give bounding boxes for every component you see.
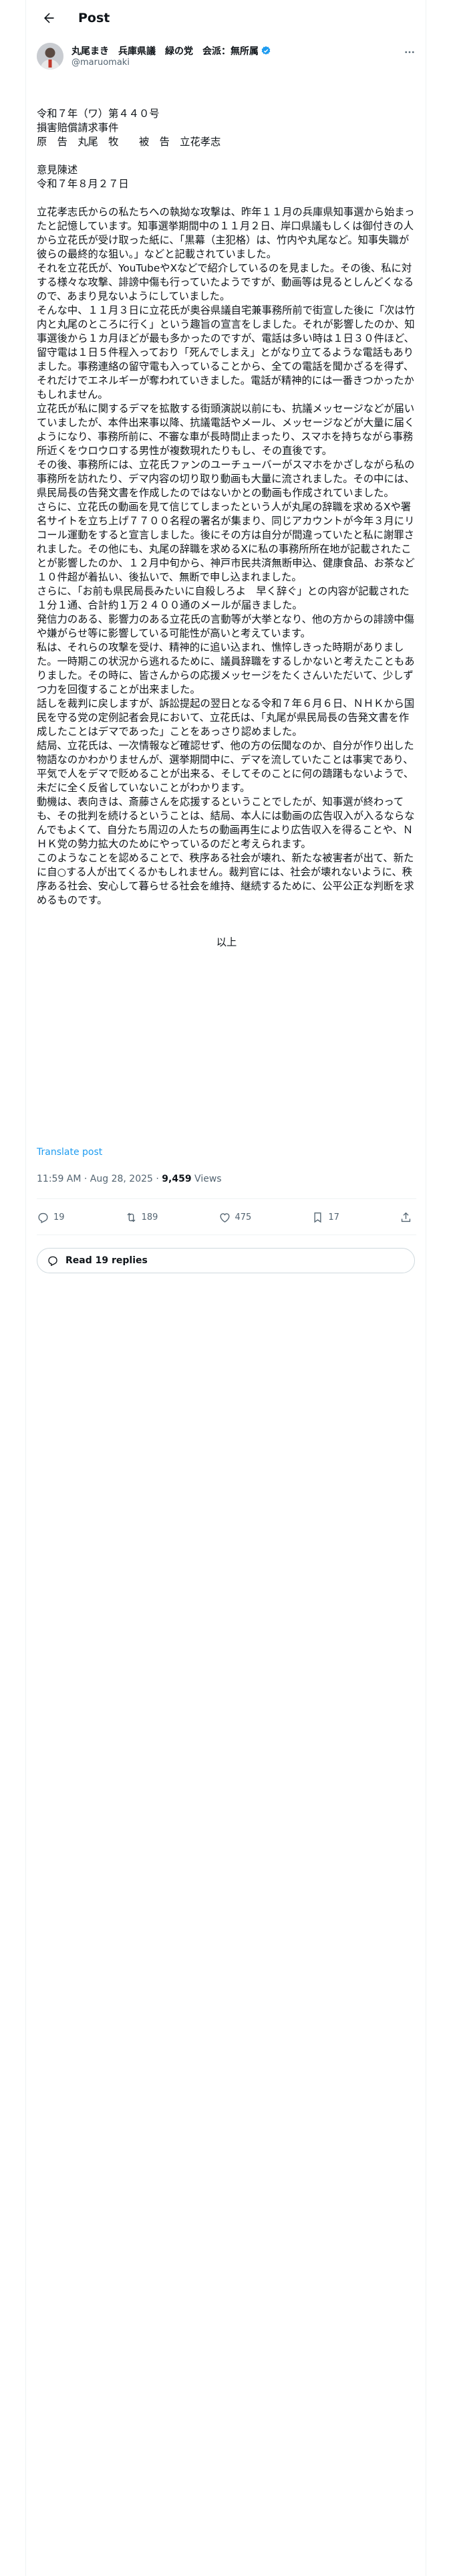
post-timestamp[interactable]: 11:59 AM · Aug 28, 2025 [37, 1174, 153, 1184]
author-name-row[interactable]: 丸尾まき 兵庫県議 緑の党 会派：無所属 [71, 44, 271, 58]
reply-button[interactable]: 19 [37, 1211, 65, 1224]
views-count: 9,459 [162, 1174, 192, 1184]
action-bar: 19 189 475 17 [37, 1209, 416, 1225]
read-replies-label: Read 19 replies [65, 1255, 148, 1266]
bookmark-icon [314, 1212, 321, 1223]
author-display-name[interactable]: 丸尾まき 兵庫県議 緑の党 会派：無所属 [71, 44, 259, 58]
like-icon [219, 1212, 230, 1222]
author-handle[interactable]: @maruomaki [71, 58, 130, 68]
avatar[interactable] [37, 43, 63, 70]
speech-bubble-icon [48, 1256, 57, 1267]
post-author: 丸尾まき 兵庫県議 緑の党 会派：無所属 @maruomaki [37, 43, 416, 72]
like-button[interactable]: 475 [218, 1211, 252, 1224]
post-meta: 11:59 AM · Aug 28, 2025 · 9,459 Views [37, 1174, 222, 1184]
translate-post-link[interactable]: Translate post [37, 1147, 102, 1158]
verified-badge-icon [261, 46, 271, 55]
top-bar: Post [26, 0, 427, 35]
meta-separator: · [152, 1174, 162, 1184]
post-detail-column: Post 丸尾まき 兵庫県議 緑の党 会派：無所属 @maruomaki 令和７… [25, 0, 426, 2576]
bookmark-count: 17 [328, 1212, 339, 1222]
share-button[interactable] [400, 1211, 416, 1224]
like-count: 475 [235, 1212, 252, 1222]
share-icon [401, 1212, 411, 1222]
reply-count: 19 [53, 1212, 65, 1222]
back-button[interactable] [37, 6, 61, 30]
post-text: 令和７年（ワ）第４４０号 損害賠償請求事件 原 告 丸尾 牧 被 告 立花孝志 … [37, 108, 415, 906]
back-arrow-icon [44, 13, 54, 23]
read-replies-button[interactable]: Read 19 replies [37, 1248, 415, 1273]
repost-button[interactable]: 189 [125, 1211, 158, 1224]
bookmark-button[interactable]: 17 [311, 1211, 339, 1224]
repost-icon [127, 1212, 136, 1222]
more-options-button[interactable] [403, 45, 416, 59]
views-label: Views [191, 1174, 222, 1184]
post-end-mark: 以上 [216, 936, 237, 948]
avatar-photo [37, 43, 63, 70]
divider [37, 1198, 416, 1199]
post-body: 令和７年（ワ）第４４０号 損害賠償請求事件 原 告 丸尾 牧 被 告 立花孝志 … [37, 79, 416, 978]
page-title: Post [78, 10, 110, 25]
more-options-icon [405, 51, 414, 53]
reply-icon [38, 1212, 48, 1223]
repost-count: 189 [141, 1212, 158, 1222]
